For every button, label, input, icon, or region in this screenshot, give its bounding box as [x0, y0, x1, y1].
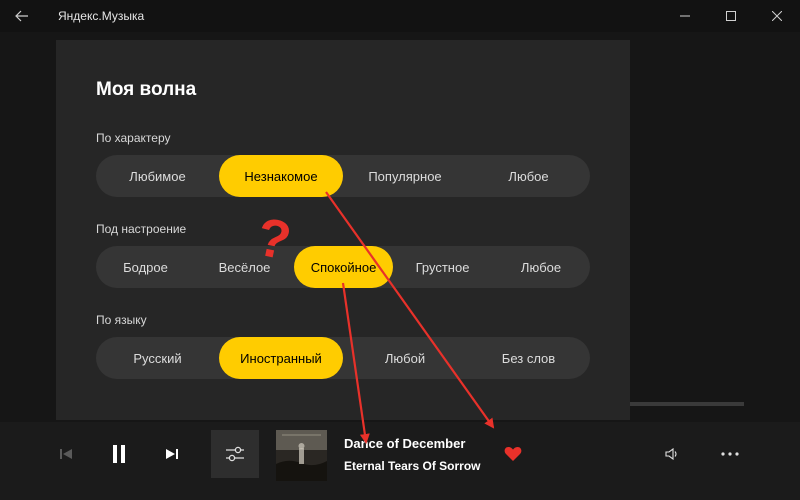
- volume-icon: [665, 448, 677, 460]
- album-cover[interactable]: [276, 430, 327, 481]
- option-neznakomoe[interactable]: Незнакомое: [219, 155, 343, 197]
- back-button[interactable]: [8, 4, 36, 28]
- next-track-button[interactable]: [160, 442, 184, 466]
- segmented-control-mood: Бодрое Весёлое Спокойное Грустное Любое: [96, 246, 590, 288]
- option-populyarnoe[interactable]: Популярное: [343, 155, 467, 197]
- close-button[interactable]: [754, 0, 800, 32]
- album-art-image: [276, 430, 327, 481]
- track-artist[interactable]: Eternal Tears Of Sorrow: [344, 459, 480, 473]
- option-lyuboe-character[interactable]: Любое: [467, 155, 590, 197]
- app-window: Яндекс.Музыка Моя волна По характеру Люб…: [0, 0, 800, 500]
- section-label-mood: Под настроение: [96, 222, 187, 236]
- option-lyubimoe[interactable]: Любимое: [96, 155, 219, 197]
- title-bar: Яндекс.Музыка: [0, 0, 800, 32]
- minimize-button[interactable]: [662, 0, 708, 32]
- window-title: Яндекс.Музыка: [58, 9, 145, 23]
- pause-button[interactable]: [104, 438, 134, 470]
- option-bodroe[interactable]: Бодрое: [96, 246, 195, 288]
- background-progress-track: [630, 402, 744, 406]
- my-wave-settings-dialog: Моя волна По характеру Любимое Незнакомо…: [56, 40, 630, 420]
- next-track-icon: [166, 449, 178, 459]
- maximize-icon: [726, 11, 736, 21]
- option-lyuboy[interactable]: Любой: [343, 337, 467, 379]
- more-dots-icon: [721, 452, 739, 456]
- dialog-title: Моя волна: [96, 79, 197, 100]
- previous-track-button[interactable]: [54, 442, 78, 466]
- minimize-icon: [680, 15, 690, 17]
- section-label-character: По характеру: [96, 131, 171, 145]
- wave-settings-button[interactable]: [211, 430, 259, 478]
- segmented-control-language: Русский Иностранный Любой Без слов: [96, 337, 590, 379]
- more-options-button[interactable]: [716, 444, 744, 464]
- previous-track-icon: [60, 449, 72, 459]
- option-russkiy[interactable]: Русский: [96, 337, 219, 379]
- track-title[interactable]: Dance of December: [344, 436, 465, 451]
- section-label-language: По языку: [96, 313, 147, 327]
- close-icon: [772, 11, 782, 21]
- maximize-button[interactable]: [708, 0, 754, 32]
- segmented-control-character: Любимое Незнакомое Популярное Любое: [96, 155, 590, 197]
- heart-icon: [504, 447, 522, 461]
- option-bez-slov[interactable]: Без слов: [467, 337, 590, 379]
- option-vesyoloe[interactable]: Весёлое: [195, 246, 294, 288]
- option-grustnoe[interactable]: Грустное: [393, 246, 492, 288]
- like-button[interactable]: [502, 444, 524, 464]
- player-bar: Dance of December Eternal Tears Of Sorro…: [0, 422, 800, 500]
- pause-icon: [113, 445, 125, 463]
- option-inostranny[interactable]: Иностранный: [219, 337, 343, 379]
- volume-button[interactable]: [662, 444, 682, 464]
- option-lyuboe-mood[interactable]: Любое: [492, 246, 590, 288]
- back-arrow-icon: [15, 10, 28, 22]
- option-spokoynoe[interactable]: Спокойное: [294, 246, 393, 288]
- sliders-icon: [226, 446, 244, 462]
